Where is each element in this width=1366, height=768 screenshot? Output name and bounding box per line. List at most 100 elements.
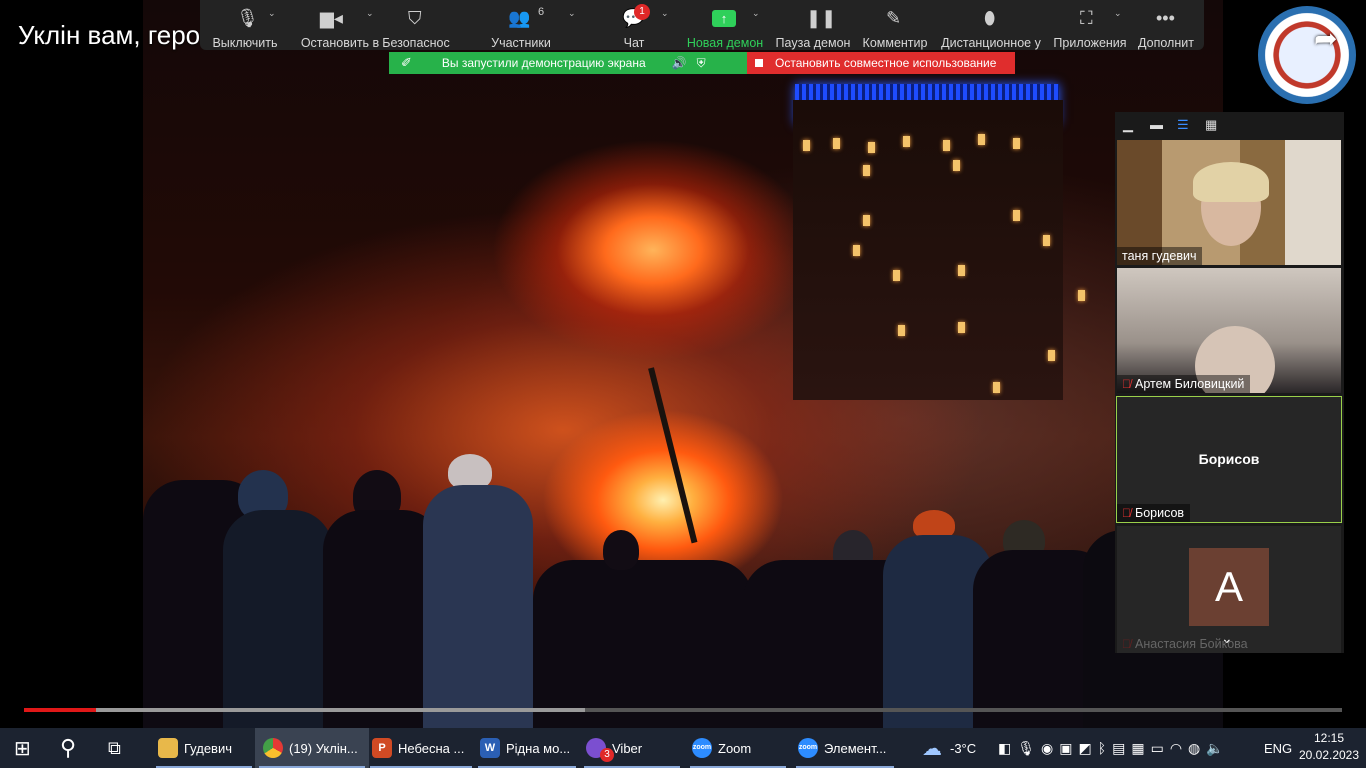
- chevron-down-icon[interactable]: ⌄: [1114, 8, 1122, 19]
- pin-icon[interactable]: ✐: [401, 55, 412, 71]
- grid-view-icon[interactable]: ▦: [1205, 117, 1217, 133]
- participants-button[interactable]: 👥 6 Участники: [490, 0, 552, 53]
- remote-control-button[interactable]: ⬮ Дистанционное у: [940, 0, 1042, 53]
- powerpoint-icon: P: [372, 738, 392, 758]
- chevron-down-icon[interactable]: ⌄: [661, 8, 669, 19]
- pause-icon: ❚❚: [806, 8, 837, 28]
- participant-tile[interactable]: A ⌄ 🎙̸ Анастасия Бойкова: [1117, 526, 1341, 653]
- battery-icon[interactable]: ▭: [1151, 740, 1170, 757]
- chat-caret[interactable]: ⌄: [656, 0, 676, 53]
- participants-caret[interactable]: ⌄: [564, 0, 584, 53]
- taskbar-item-word[interactable]: W Рідна мо...: [474, 728, 580, 768]
- taskbar-item-chrome[interactable]: (19) Уклін...: [255, 728, 369, 768]
- zoom-icon: zoom: [692, 738, 712, 758]
- participant-name: таня гудевич: [1117, 247, 1203, 265]
- participant-name: 🎙̸ Анастасия Бойкова: [1122, 637, 1248, 651]
- participants-icon: 👥: [508, 8, 531, 28]
- video-played[interactable]: [24, 708, 96, 712]
- office-icon[interactable]: ◩: [1078, 740, 1097, 757]
- building: [793, 100, 1085, 400]
- minimize-icon[interactable]: ▁: [1123, 117, 1133, 133]
- share-status-bar[interactable]: ✐ Вы запустили демонстрацию экрана 🔊 ⛨: [389, 52, 747, 74]
- participant-gallery: ▁ ▬ ☰ ▦ таня гудевич 🎙̸ Артем Биловицкий …: [1115, 112, 1344, 653]
- monitor-icon[interactable]: ▤: [1112, 740, 1131, 757]
- annotate-button[interactable]: ✎ Комментир: [862, 0, 928, 53]
- shield-icon: ⛉: [408, 8, 422, 28]
- pause-share-button[interactable]: ❚❚ Пауза демон: [776, 0, 851, 53]
- apps-icon: ⛶: [1080, 8, 1093, 28]
- share-status-text: Вы запустили демонстрацию экрана: [441, 56, 646, 70]
- gallery-view-controls: ▁ ▬ ☰ ▦: [1115, 112, 1344, 140]
- bluetooth-icon[interactable]: ᛒ: [1098, 740, 1112, 756]
- task-view-icon: ⧉: [108, 737, 121, 758]
- zoom-icon: zoom: [798, 738, 818, 758]
- taskbar: ⊞ ⚲ ⧉ Гудевич (19) Уклін... P Небесна ..…: [0, 728, 1366, 768]
- chrome-icon: [263, 738, 283, 758]
- ellipsis-icon: •••: [1156, 8, 1175, 28]
- zoom-tray-icon[interactable]: ◉: [1041, 740, 1059, 757]
- chevron-down-icon[interactable]: ⌄: [366, 8, 374, 19]
- chevron-down-icon[interactable]: ⌄: [568, 8, 576, 19]
- windows-icon: ⊞: [14, 737, 31, 760]
- single-tile-icon[interactable]: ▬: [1150, 117, 1163, 132]
- video-title: Уклін вам, геро: [18, 20, 201, 50]
- search-button[interactable]: ⚲: [60, 728, 76, 768]
- chat-badge: 1: [634, 4, 650, 20]
- video-frame[interactable]: [143, 0, 1223, 728]
- task-view-button[interactable]: ⧉: [108, 728, 121, 768]
- school-logo: [1258, 6, 1356, 104]
- clock[interactable]: 12:15 20.02.2023: [1296, 730, 1362, 764]
- chevron-down-icon[interactable]: ⌄: [752, 8, 760, 19]
- system-tray-icons: ◧ 🎙 ◉ ▣ ◩ ᛒ ▤ ▦ ▭ ◠ ◍ 🔈: [998, 728, 1230, 768]
- taskbar-item-explorer[interactable]: Гудевич: [152, 728, 256, 768]
- participant-avatar: A: [1189, 548, 1269, 626]
- taskbar-item-zoom[interactable]: zoom Zoom: [686, 728, 790, 768]
- mouse-icon: ⬮: [984, 8, 996, 28]
- tray-app-icon[interactable]: ◧: [998, 740, 1017, 757]
- word-icon: W: [480, 738, 500, 758]
- mic-muted-icon: 🎙̸: [1122, 506, 1131, 520]
- search-icon: ⚲: [60, 735, 77, 760]
- share-screen-icon: ↑: [712, 10, 736, 27]
- keyboard-icon[interactable]: ▦: [1131, 740, 1150, 757]
- mic-muted-icon: 🎙̸: [1122, 637, 1131, 651]
- pencil-icon: ✎: [886, 8, 902, 28]
- language-indicator[interactable]: ENG: [1264, 728, 1292, 768]
- weather-widget[interactable]: ☁ -3°C: [922, 728, 976, 768]
- microphone-icon[interactable]: 🎙: [1017, 740, 1041, 757]
- security-button[interactable]: ⛉ Безопаснос: [382, 0, 450, 53]
- apps-button[interactable]: ⛶ ⌄ Приложения: [1052, 0, 1128, 53]
- video-buffered: [24, 708, 585, 712]
- taskbar-item-viber[interactable]: 3 Viber: [580, 728, 684, 768]
- start-button[interactable]: ⊞: [14, 728, 31, 768]
- participants-count: 6: [538, 6, 545, 18]
- participant-tile[interactable]: таня гудевич: [1117, 140, 1341, 265]
- viber-badge: 3: [600, 748, 614, 762]
- taskbar-item-powerpoint[interactable]: P Небесна ...: [366, 728, 476, 768]
- viber-tray-icon[interactable]: ◍: [1188, 740, 1206, 757]
- speaker-icon[interactable]: 🔊: [672, 56, 687, 70]
- stop-share-button[interactable]: Остановить совместное использование: [747, 52, 1015, 74]
- chevron-down-icon[interactable]: ⌄: [268, 8, 276, 19]
- stop-video-button[interactable]: ▆◂ ⌄ Остановить в: [294, 0, 386, 53]
- strip-view-icon[interactable]: ☰: [1177, 117, 1189, 133]
- mute-button[interactable]: 🎙 ⌄ Выключить: [210, 0, 280, 53]
- participant-name: 🎙̸ Артем Биловицкий: [1117, 375, 1251, 393]
- meeting-toolbar: 🎙 ⌄ Выключить ▆◂ ⌄ Остановить в ⛉ Безопа…: [200, 0, 1204, 50]
- volume-icon[interactable]: 🔈: [1206, 740, 1229, 757]
- more-button[interactable]: ••• Дополнит: [1138, 0, 1194, 53]
- mic-muted-icon: 🎙̸: [1122, 377, 1131, 391]
- participant-tile[interactable]: 🎙̸ Артем Биловицкий: [1117, 268, 1341, 393]
- microphone-icon: 🎙: [236, 8, 259, 28]
- wifi-icon[interactable]: ◠: [1170, 740, 1188, 757]
- cloud-icon: ☁: [922, 737, 942, 760]
- green-app-icon[interactable]: ▣: [1059, 740, 1078, 757]
- active-speaker-tile[interactable]: Борисов 🎙̸ Борисов: [1116, 396, 1342, 523]
- video-camera-icon: ▆◂: [320, 8, 343, 28]
- participant-name: 🎙̸ Борисов: [1117, 504, 1191, 522]
- share-arrow-icon[interactable]: ➦: [1314, 22, 1337, 55]
- taskbar-item-zoom-controls[interactable]: zoom Элемент...: [792, 728, 898, 768]
- shield-check-icon: ⛨: [696, 55, 706, 70]
- new-share-button[interactable]: ↑ ⌄ Новая демон: [686, 0, 764, 53]
- folder-icon: [158, 738, 178, 758]
